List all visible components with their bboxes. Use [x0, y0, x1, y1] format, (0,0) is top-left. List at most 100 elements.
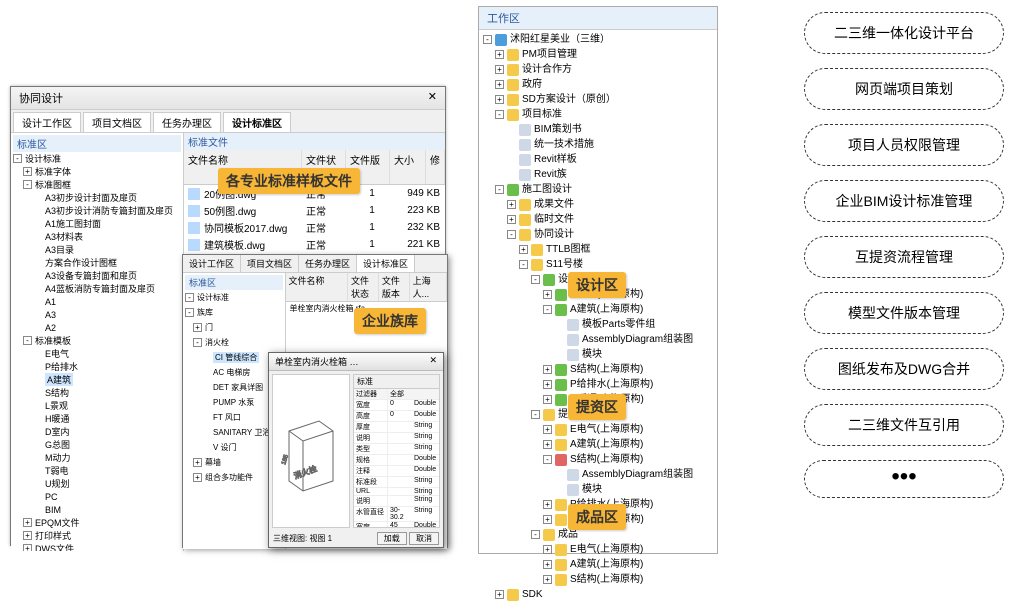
tree-node[interactable]: 模块 — [483, 482, 717, 497]
tree-node[interactable]: +A建筑(上海原构) — [483, 437, 717, 452]
tree-node[interactable]: P给排水 — [13, 360, 181, 373]
tree-node[interactable]: -项目标准 — [483, 107, 717, 122]
tree-node[interactable]: +P给排水(上海原构) — [483, 377, 717, 392]
property-row[interactable]: 类型String — [354, 444, 439, 455]
standard-tree[interactable]: 标准区 -设计标准+标准字体-标准图框A3初步设计封面及扉页A3初步设计消防专篇… — [11, 133, 184, 551]
close-icon[interactable]: ✕ — [428, 90, 437, 103]
tree-node[interactable]: -S结构(上海原构) — [483, 452, 717, 467]
property-row[interactable]: 说明String — [354, 496, 439, 507]
tree-node[interactable]: Revit样板 — [483, 152, 717, 167]
tree-node[interactable]: A4蓝板消防专篇封面及扉页 — [13, 282, 181, 295]
tree-node[interactable]: A1施工图封面 — [13, 217, 181, 230]
tree-node[interactable]: +打印样式 — [13, 529, 181, 542]
tree-node[interactable]: +政府 — [483, 77, 717, 92]
tree-node[interactable]: +A建筑(上海原构) — [483, 557, 717, 572]
tree-node[interactable]: +S结构(上海原构) — [483, 572, 717, 587]
tab[interactable]: 项目文档区 — [241, 255, 299, 272]
tree-node[interactable]: A3设备专篇封面和扉页 — [13, 269, 181, 282]
tree-node[interactable]: -A建筑(上海原构) — [483, 302, 717, 317]
tree-node[interactable]: -消火栓 — [185, 335, 283, 350]
tab-project-doc[interactable]: 项目文档区 — [83, 112, 151, 132]
tree-node[interactable]: A3初步设计封面及扉页 — [13, 191, 181, 204]
tree-node[interactable]: AssemblyDiagram组装图 — [483, 332, 717, 347]
property-row[interactable]: 标准段String — [354, 477, 439, 488]
dialog-title: 单栓室内消火栓箱 …✕ — [269, 353, 443, 371]
property-row[interactable]: 厚度String — [354, 422, 439, 433]
tab[interactable]: 设计标准区 — [357, 255, 415, 272]
property-row[interactable]: 宽度45Double — [354, 522, 439, 528]
tree-node[interactable]: U规划 — [13, 477, 181, 490]
tree-node[interactable]: +DWS文件 — [13, 542, 181, 551]
tree-node[interactable]: -标准模板 — [13, 334, 181, 347]
tab-task[interactable]: 任务办理区 — [153, 112, 221, 132]
tree-node[interactable]: +成果文件 — [483, 197, 717, 212]
tree-node[interactable]: M动力 — [13, 451, 181, 464]
tree-node[interactable]: BIM — [13, 503, 181, 516]
tree-node[interactable]: A3初步设计消防专篇封面及扉页 — [13, 204, 181, 217]
file-row[interactable]: 协同模板2017.dwg正常1232 KB — [184, 219, 445, 236]
property-row[interactable]: 规格Double — [354, 455, 439, 466]
tree-node[interactable]: A3材料表 — [13, 230, 181, 243]
tree-node[interactable]: -标准图框 — [13, 178, 181, 191]
property-row[interactable]: 高度0Double — [354, 411, 439, 422]
file-row[interactable]: 建筑模板.dwg正常1221 KB — [184, 236, 445, 253]
tree-node[interactable]: -设计标准 — [185, 290, 283, 305]
doc-icon — [567, 334, 579, 346]
tree-node[interactable]: -S11号楼 — [483, 257, 717, 272]
tree-node[interactable]: 模块 — [483, 347, 717, 362]
cancel-button[interactable]: 取消 — [409, 532, 439, 545]
tab[interactable]: 设计工作区 — [183, 255, 241, 272]
tree-node[interactable]: -施工图设计 — [483, 182, 717, 197]
tree-node[interactable]: +TTLB图框 — [483, 242, 717, 257]
tree-node[interactable]: A3目录 — [13, 243, 181, 256]
tree-node[interactable]: 方案合作设计图框 — [13, 256, 181, 269]
tree-node[interactable]: PC — [13, 490, 181, 503]
property-grid[interactable]: 标准 过滤器全部 宽度0Double高度0Double厚度String说明Str… — [353, 374, 440, 528]
tree-node[interactable]: BIM策划书 — [483, 122, 717, 137]
tree-node[interactable]: T弱电 — [13, 464, 181, 477]
tree-node[interactable]: +临时文件 — [483, 212, 717, 227]
property-row[interactable]: 水管直径30-30.2String — [354, 507, 439, 522]
file-row[interactable]: 50例图.dwg正常1223 KB — [184, 202, 445, 219]
tree-node[interactable]: +S结构(上海原构) — [483, 362, 717, 377]
folder-icon — [507, 49, 519, 61]
tab[interactable]: 任务办理区 — [299, 255, 357, 272]
tree-node[interactable]: +EPQM文件 — [13, 516, 181, 529]
load-button[interactable]: 加载 — [377, 532, 407, 545]
tree-node[interactable]: D室内 — [13, 425, 181, 438]
tree-node[interactable]: A2 — [13, 321, 181, 334]
tree-node[interactable]: +设计合作方 — [483, 62, 717, 77]
tab-design-standard[interactable]: 设计标准区 — [223, 112, 291, 132]
tree-node[interactable]: A3 — [13, 308, 181, 321]
property-row[interactable]: 说明String — [354, 433, 439, 444]
tree-node[interactable]: A建筑 — [13, 373, 181, 386]
tree-node[interactable]: Revit族 — [483, 167, 717, 182]
tree-node[interactable]: G总图 — [13, 438, 181, 451]
property-row[interactable]: URLString — [354, 488, 439, 496]
property-row[interactable]: 宽度0Double — [354, 400, 439, 411]
tree-node[interactable]: H暖通 — [13, 412, 181, 425]
tree-node[interactable]: +SD方案设计（原创） — [483, 92, 717, 107]
tree-node[interactable]: +标准字体 — [13, 165, 181, 178]
tree-node[interactable]: A1 — [13, 295, 181, 308]
close-icon[interactable]: ✕ — [429, 355, 437, 366]
tree-node[interactable]: -协同设计 — [483, 227, 717, 242]
tree-node[interactable]: 统一技术措施 — [483, 137, 717, 152]
tree-node[interactable]: S结构 — [13, 386, 181, 399]
tree-node[interactable]: AssemblyDiagram组装图 — [483, 467, 717, 482]
property-row[interactable]: 注释Double — [354, 466, 439, 477]
tab-design-work[interactable]: 设计工作区 — [13, 112, 81, 132]
tree-node[interactable]: +门 — [185, 320, 283, 335]
tree-node[interactable]: -沭阳红星美业（三维） — [483, 32, 717, 47]
tree-node[interactable]: +E电气(上海原构) — [483, 542, 717, 557]
folder-icon — [555, 304, 567, 316]
doc-icon — [519, 154, 531, 166]
tree-node[interactable]: +E电气(上海原构) — [483, 422, 717, 437]
tree-node[interactable]: -族库 — [185, 305, 283, 320]
tree-node[interactable]: +PM项目管理 — [483, 47, 717, 62]
tree-node[interactable]: 模板Parts零件组 — [483, 317, 717, 332]
tree-node[interactable]: -设计标准 — [13, 152, 181, 165]
tree-node[interactable]: +SDK — [483, 587, 717, 602]
tree-node[interactable]: E电气 — [13, 347, 181, 360]
tree-node[interactable]: L景观 — [13, 399, 181, 412]
